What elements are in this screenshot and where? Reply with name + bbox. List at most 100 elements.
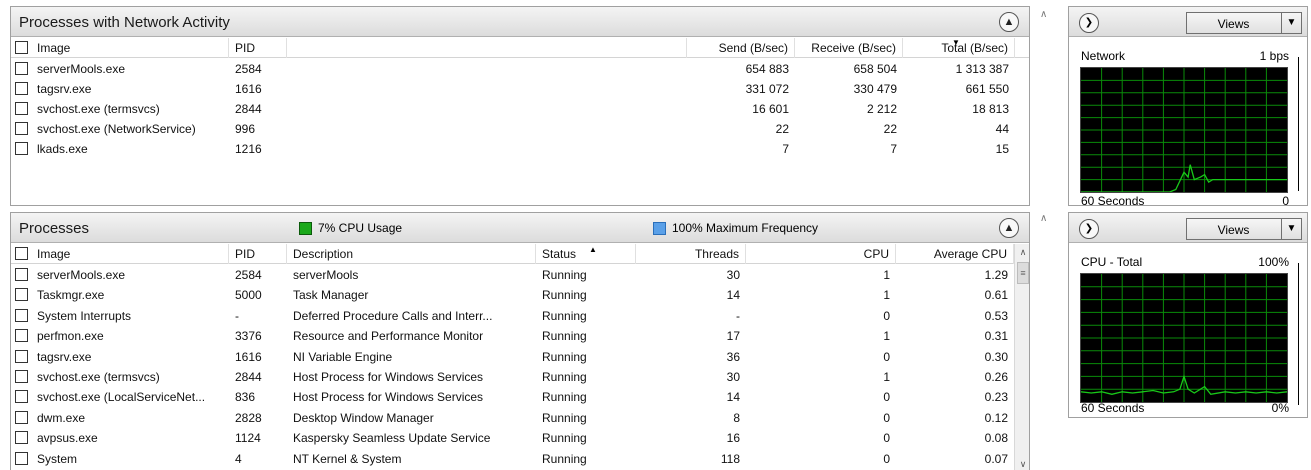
- table-row[interactable]: serverMools.exe 2584 654 883 658 504 1 313 3…: [11, 59, 1029, 79]
- cell-avg-cpu: 0.30: [984, 349, 1008, 364]
- cell-image: svchost.exe (LocalServiceNet...: [37, 390, 206, 405]
- views-dropdown-icon[interactable]: ▼: [1281, 219, 1301, 239]
- network-panel-title: Processes with Network Activity: [19, 14, 230, 31]
- cpu-views-button[interactable]: Views ▼: [1186, 218, 1302, 240]
- row-checkbox[interactable]: [15, 142, 28, 155]
- cell-pid: 2584: [235, 268, 262, 282]
- row-checkbox[interactable]: [15, 349, 28, 363]
- cell-image: perfmon.exe: [37, 329, 104, 344]
- table-row[interactable]: System Interrupts - Deferred Procedure Cal…: [11, 306, 1014, 326]
- cell-threads: 14: [726, 288, 740, 303]
- cell-threads: 16: [726, 431, 740, 446]
- network-side-scroll[interactable]: ∧: [1040, 6, 1060, 26]
- cell-threads: 30: [726, 268, 740, 282]
- col-pid-header[interactable]: PID: [229, 38, 287, 58]
- processes-vertical-scrollbar[interactable]: ∧ ≡ ∨: [1014, 244, 1029, 470]
- network-views-button[interactable]: Views ▼: [1186, 12, 1302, 34]
- processes-side-scroll[interactable]: ∧: [1040, 210, 1060, 230]
- cell-avg-cpu: 0.26: [984, 370, 1008, 384]
- expand-network-graph-icon[interactable]: ❯: [1079, 13, 1099, 33]
- cell-cpu: 0: [883, 308, 890, 323]
- cpu-graph-min-label: 0%: [1271, 401, 1289, 415]
- collapse-network-icon[interactable]: ▲: [999, 12, 1019, 32]
- cell-cpu: 1: [883, 268, 890, 282]
- select-all-checkbox[interactable]: [15, 41, 28, 54]
- network-graph-time-label: 60 Seconds: [1081, 194, 1145, 208]
- table-row[interactable]: lkads.exe 1216 7 7 15: [11, 139, 1029, 159]
- table-row[interactable]: Taskmgr.exe 5000 Task Manager Running 14 1 0.6…: [11, 285, 1014, 305]
- cell-send: 22: [775, 122, 789, 136]
- cell-status: Running: [542, 288, 587, 303]
- col-spacer: [287, 38, 687, 58]
- processes-panel-header[interactable]: Processes 7% CPU Usage 100% Maximum Freq…: [11, 213, 1029, 243]
- col-receive-header[interactable]: Receive (B/sec): [795, 38, 903, 58]
- cell-description: Kaspersky Seamless Update Service: [293, 431, 491, 446]
- expand-cpu-graph-icon[interactable]: ❯: [1079, 219, 1099, 239]
- table-row[interactable]: tagsrv.exe 1616 NI Variable Engine Running 3…: [11, 347, 1014, 367]
- row-checkbox[interactable]: [15, 82, 28, 95]
- col-description-header[interactable]: Description: [287, 244, 536, 264]
- table-row[interactable]: tagsrv.exe 1616 331 072 330 479 661 550: [11, 79, 1029, 99]
- row-checkbox[interactable]: [15, 288, 28, 302]
- row-checkbox[interactable]: [15, 122, 28, 135]
- cell-send: 7: [782, 142, 789, 156]
- cell-image: tagsrv.exe: [37, 349, 92, 364]
- cell-cpu: 1: [883, 288, 890, 303]
- cell-total: 661 550: [965, 82, 1009, 96]
- col-image-header[interactable]: Image: [11, 38, 229, 58]
- col-pid-header[interactable]: PID: [229, 244, 287, 264]
- cell-image: System Interrupts: [37, 308, 132, 323]
- cell-threads: 36: [726, 349, 740, 364]
- scroll-up-icon[interactable]: ∧: [1015, 244, 1029, 261]
- col-threads-header[interactable]: Threads: [636, 244, 746, 264]
- cell-pid: 1124: [235, 431, 261, 446]
- collapse-processes-icon[interactable]: ▲: [999, 218, 1019, 238]
- cell-description: Host Process for Windows Services: [293, 390, 484, 405]
- row-checkbox[interactable]: [15, 268, 28, 281]
- table-row[interactable]: perfmon.exe 3376 Resource and Performance …: [11, 326, 1014, 346]
- cell-avg-cpu: 0.31: [984, 329, 1008, 344]
- cell-receive: 22: [883, 122, 897, 136]
- col-send-header[interactable]: Send (B/sec): [687, 38, 795, 58]
- table-row[interactable]: dwm.exe 2828 Desktop Window Manager Running…: [11, 408, 1014, 428]
- row-checkbox[interactable]: [15, 370, 28, 383]
- table-row[interactable]: avpsus.exe 1124 Kaspersky Seamless Update …: [11, 428, 1014, 448]
- cell-cpu: 1: [883, 329, 890, 344]
- row-checkbox[interactable]: [15, 308, 28, 322]
- col-status-header[interactable]: Status: [536, 244, 636, 264]
- col-image-header[interactable]: Image: [11, 244, 229, 264]
- scroll-down-icon[interactable]: ∨: [1015, 456, 1029, 470]
- cell-pid: 1616: [235, 349, 262, 364]
- table-row[interactable]: svchost.exe (LocalServiceNet... 836 Host P…: [11, 387, 1014, 407]
- cell-image: dwm.exe: [37, 410, 86, 425]
- table-row[interactable]: svchost.exe (termsvcs) 2844 16 601 2 212 18 …: [11, 99, 1029, 119]
- cell-status: Running: [542, 451, 587, 466]
- network-graph-title: Network: [1081, 49, 1126, 63]
- cell-description: Deferred Procedure Calls and Interr...: [293, 308, 493, 323]
- scroll-thumb[interactable]: ≡: [1017, 262, 1029, 284]
- table-row[interactable]: System 4 NT Kernel & System Running 118 0 0.07: [11, 449, 1014, 469]
- network-panel-header[interactable]: Processes with Network Activity ▲: [11, 7, 1029, 37]
- row-checkbox[interactable]: [15, 431, 28, 445]
- row-checkbox[interactable]: [15, 451, 28, 465]
- col-avg-cpu-header[interactable]: Average CPU: [896, 244, 1014, 264]
- cell-receive: 658 504: [853, 62, 897, 76]
- row-checkbox[interactable]: [15, 62, 28, 75]
- cell-status: Running: [542, 431, 587, 446]
- table-row[interactable]: svchost.exe (termsvcs) 2844 Host Process f…: [11, 367, 1014, 387]
- cell-threads: 14: [726, 390, 740, 405]
- row-checkbox[interactable]: [15, 390, 28, 404]
- views-dropdown-icon[interactable]: ▼: [1281, 13, 1301, 33]
- row-checkbox[interactable]: [15, 102, 28, 115]
- table-row[interactable]: serverMools.exe 2584 serverMools Running 30 1…: [11, 265, 1014, 285]
- col-cpu-header[interactable]: CPU: [746, 244, 896, 264]
- network-graph-min-label: 0: [1282, 194, 1289, 208]
- cell-avg-cpu: 0.08: [984, 431, 1008, 446]
- cell-description: Host Process for Windows Services: [293, 370, 484, 384]
- select-all-checkbox[interactable]: [15, 247, 28, 260]
- table-row[interactable]: svchost.exe (NetworkService) 996 22 22 44: [11, 119, 1029, 139]
- cell-receive: 7: [890, 142, 897, 156]
- row-checkbox[interactable]: [15, 410, 28, 424]
- cpu-graph-header: ❯ Views ▼: [1069, 213, 1307, 243]
- row-checkbox[interactable]: [15, 329, 28, 343]
